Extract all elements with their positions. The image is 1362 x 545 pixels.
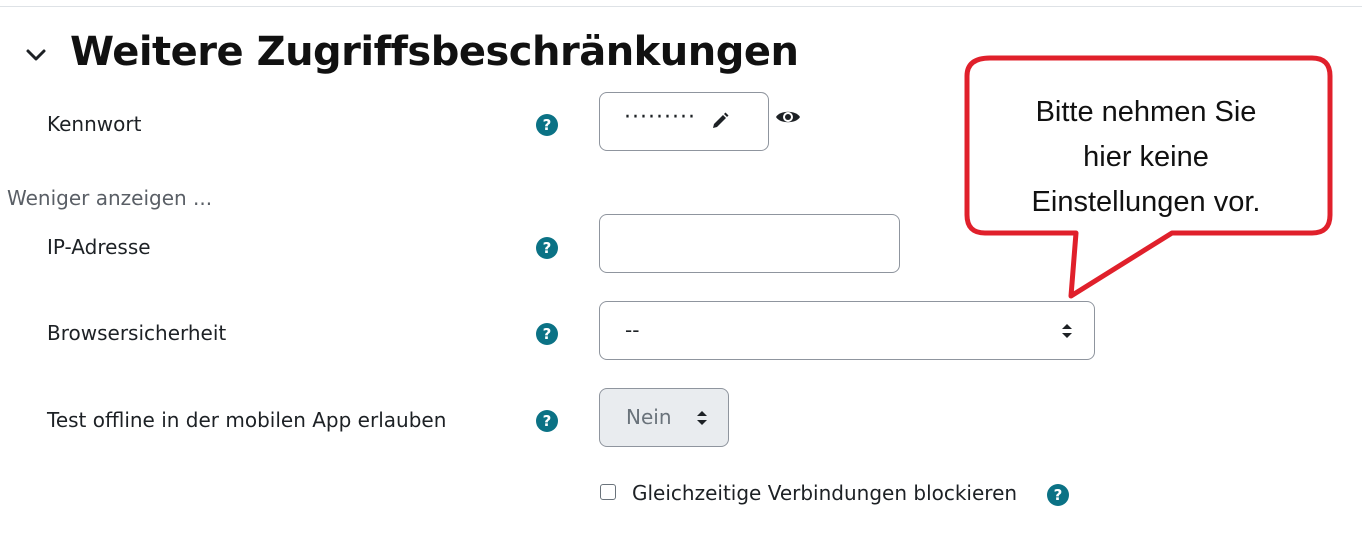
pencil-icon[interactable] [710, 111, 730, 131]
browser-security-select[interactable]: -- [599, 301, 1095, 360]
ip-address-input[interactable] [599, 214, 900, 273]
help-icon[interactable]: ? [536, 323, 558, 345]
offline-test-selected: Nein [626, 405, 672, 429]
password-field[interactable]: ········· [599, 92, 769, 151]
password-masked-value: ········· [624, 105, 696, 130]
quiz-settings-page: Weitere Zugriffsbeschränkungen Kennwort … [0, 0, 1362, 545]
offline-test-label: Test offline in der mobilen App erlauben [47, 408, 447, 432]
show-less-link[interactable]: Weniger anzeigen ... [7, 186, 212, 210]
browser-security-label: Browsersicherheit [47, 321, 227, 345]
top-divider [0, 6, 1362, 7]
callout-text: Bitte nehmen Sie hier keine Einstellunge… [1031, 96, 1261, 218]
eye-icon[interactable] [775, 108, 801, 126]
help-icon[interactable]: ? [536, 410, 558, 432]
offline-test-select[interactable]: Nein [599, 388, 729, 447]
browser-security-selected: -- [625, 318, 640, 342]
password-label: Kennwort [47, 112, 142, 136]
section-title: Weitere Zugriffsbeschränkungen [70, 29, 799, 75]
sort-arrows-icon [1062, 324, 1072, 338]
help-icon[interactable]: ? [1047, 484, 1069, 506]
sort-arrows-icon [697, 411, 707, 425]
block-concurrent-label: Gleichzeitige Verbindungen blockieren [632, 481, 1018, 505]
block-concurrent-checkbox[interactable] [600, 484, 616, 500]
help-icon[interactable]: ? [536, 237, 558, 259]
help-icon[interactable]: ? [536, 114, 558, 136]
chevron-down-icon[interactable] [22, 42, 50, 70]
ip-address-label: IP-Adresse [47, 235, 151, 259]
